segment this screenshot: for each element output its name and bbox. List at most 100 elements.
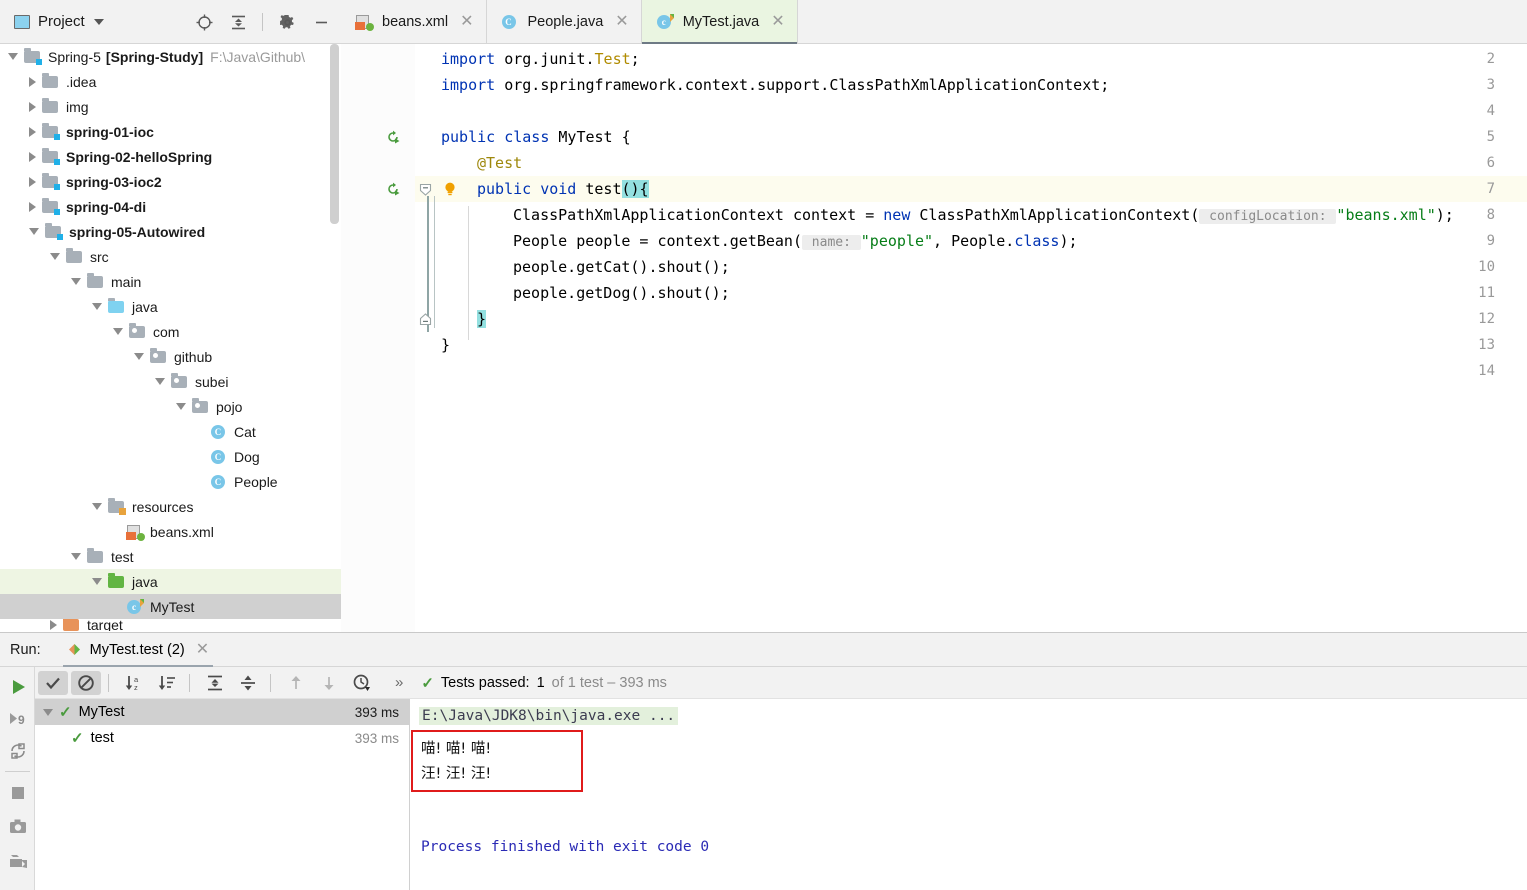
tree-node-subei[interactable]: subei (0, 369, 341, 394)
tree-node-cat[interactable]: C Cat (0, 419, 341, 444)
code-token: import (441, 50, 505, 68)
chevron-down-icon[interactable] (92, 303, 102, 310)
chevron-right-icon[interactable] (29, 76, 36, 87)
tree-node-main[interactable]: main (0, 269, 341, 294)
tree-node-people[interactable]: C People (0, 469, 341, 494)
chevron-down-icon[interactable] (155, 378, 165, 385)
chevron-right-icon[interactable] (29, 151, 36, 162)
chevron-right-icon[interactable] (29, 126, 36, 137)
editor-tab-beans-xml[interactable]: beans.xml ✕ (341, 0, 487, 43)
chevron-down-icon[interactable] (134, 353, 144, 360)
editor-tab-mytest-java[interactable]: c MyTest.java ✕ (641, 0, 798, 44)
chevron-down-icon[interactable] (92, 578, 102, 585)
chevron-down-icon[interactable] (92, 503, 102, 510)
tree-node-pojo[interactable]: pojo (0, 394, 341, 419)
test-results-tree[interactable]: ✓ MyTest 393 ms ✓ test 393 ms (35, 699, 410, 890)
chevron-right-icon[interactable] (29, 101, 36, 112)
test-tree-row[interactable]: ✓ test 393 ms (35, 725, 409, 751)
chevron-down-icon[interactable] (93, 18, 104, 25)
tree-node-com[interactable]: com (0, 319, 341, 344)
code-line[interactable]: ClassPathXmlApplicationContext context =… (513, 202, 1454, 228)
close-icon[interactable]: ✕ (196, 641, 209, 658)
run-class-icon[interactable] (385, 129, 401, 145)
project-tree[interactable]: Spring-5 [Spring-Study] F:\Java\Github\ .id… (0, 44, 341, 632)
code-line[interactable]: @Test (477, 150, 522, 176)
code-line[interactable]: public class MyTest { (441, 124, 631, 150)
sort-alphabetically-icon[interactable]: az (119, 671, 149, 695)
collapse-all-icon[interactable] (228, 12, 248, 32)
code-line[interactable]: } (441, 332, 450, 358)
prev-failed-icon[interactable] (281, 671, 311, 695)
code-token: Test (594, 50, 631, 68)
chevron-down-icon[interactable] (71, 278, 81, 285)
code-line[interactable]: import org.springframework.context.suppo… (441, 72, 1109, 98)
tree-node-beans-xml[interactable]: beans.xml (0, 519, 341, 544)
code-line[interactable]: import org.junit.Test; (441, 46, 640, 72)
tree-node-spring-05-autowired[interactable]: spring-05-Autowired (0, 219, 341, 244)
tree-node-spring-02-hellospring[interactable]: Spring-02-helloSpring (0, 144, 341, 169)
collapse-all-icon[interactable] (233, 671, 263, 695)
tree-node-resources[interactable]: resources (0, 494, 341, 519)
tree-node-github[interactable]: github (0, 344, 341, 369)
sort-by-duration-icon[interactable] (152, 671, 182, 695)
tree-node-java[interactable]: java (0, 569, 341, 594)
minimize-icon[interactable] (311, 12, 331, 32)
chevron-down-icon[interactable] (113, 328, 123, 335)
toggle-auto-test-icon[interactable] (8, 741, 28, 761)
chevron-down-icon[interactable] (8, 53, 18, 60)
code-line[interactable]: public void test(){ (477, 176, 649, 202)
chevron-right-icon[interactable] (50, 620, 57, 630)
chevron-down-icon[interactable] (50, 253, 60, 260)
tree-node-test[interactable]: test (0, 544, 341, 569)
locate-icon[interactable] (194, 12, 214, 32)
fold-collapse-icon[interactable] (419, 183, 432, 196)
console-output[interactable]: E:\Java\JDK8\bin\java.exe ... 喵! 喵! 喵! 汪… (411, 699, 1527, 890)
tree-node-dog[interactable]: C Dog (0, 444, 341, 469)
code-editor[interactable]: 2 import org.junit.Test; 3 import org.sprin… (341, 44, 1527, 632)
show-ignored-icon[interactable] (71, 670, 101, 695)
chevron-down-icon[interactable] (43, 708, 53, 716)
stop-icon[interactable] (8, 783, 28, 803)
screenshot-icon[interactable] (8, 817, 28, 837)
chevron-right-icon[interactable] (29, 176, 36, 187)
history-icon[interactable] (347, 671, 377, 695)
more-icon[interactable]: » (395, 674, 403, 691)
fold-end-icon[interactable] (419, 313, 432, 326)
chevron-down-icon[interactable] (71, 553, 81, 560)
rerun-failed-icon[interactable]: 9 (8, 709, 28, 729)
gear-icon[interactable] (277, 12, 297, 32)
run-configuration-tab[interactable]: MyTest.test (2) ✕ (62, 633, 214, 668)
tree-node-spring-03-ioc2[interactable]: spring-03-ioc2 (0, 169, 341, 194)
tree-node-mytest[interactable]: c MyTest (0, 594, 341, 619)
class-icon: C (210, 449, 228, 465)
close-icon[interactable]: ✕ (615, 13, 628, 30)
chevron-down-icon[interactable] (29, 228, 39, 235)
expand-all-icon[interactable] (200, 671, 230, 695)
chevron-right-icon[interactable] (29, 201, 36, 212)
code-content[interactable]: 2 import org.junit.Test; 3 import org.sprin… (341, 44, 1527, 632)
tree-node--idea[interactable]: .idea (0, 69, 341, 94)
intention-bulb-icon[interactable] (442, 181, 458, 197)
tree-node-java[interactable]: java (0, 294, 341, 319)
editor-tab-people-java[interactable]: C People.java ✕ (487, 0, 642, 43)
code-line[interactable]: } (477, 306, 487, 332)
tree-node-spring-5[interactable]: Spring-5 [Spring-Study] F:\Java\Github\ (0, 44, 341, 69)
close-icon[interactable]: ✕ (460, 13, 473, 30)
chevron-down-icon[interactable] (176, 403, 186, 410)
run-method-icon[interactable] (385, 181, 401, 197)
rerun-icon[interactable] (8, 677, 28, 697)
test-tree-row[interactable]: ✓ MyTest 393 ms (35, 699, 409, 725)
tree-node-img[interactable]: img (0, 94, 341, 119)
tree-node-spring-04-di[interactable]: spring-04-di (0, 194, 341, 219)
export-icon[interactable] (8, 851, 28, 871)
next-failed-icon[interactable] (314, 671, 344, 695)
show-passed-icon[interactable] (38, 670, 68, 695)
project-panel-scrollbar[interactable] (330, 44, 339, 224)
tree-node-spring-01-ioc[interactable]: spring-01-ioc (0, 119, 341, 144)
code-line[interactable]: People people = context.getBean( name: "… (513, 228, 1078, 254)
close-icon[interactable]: ✕ (771, 13, 784, 30)
code-line[interactable]: people.getDog().shout(); (513, 280, 730, 306)
tree-node-target[interactable]: target (0, 619, 341, 631)
code-line[interactable]: people.getCat().shout(); (513, 254, 730, 280)
tree-node-src[interactable]: src (0, 244, 341, 269)
